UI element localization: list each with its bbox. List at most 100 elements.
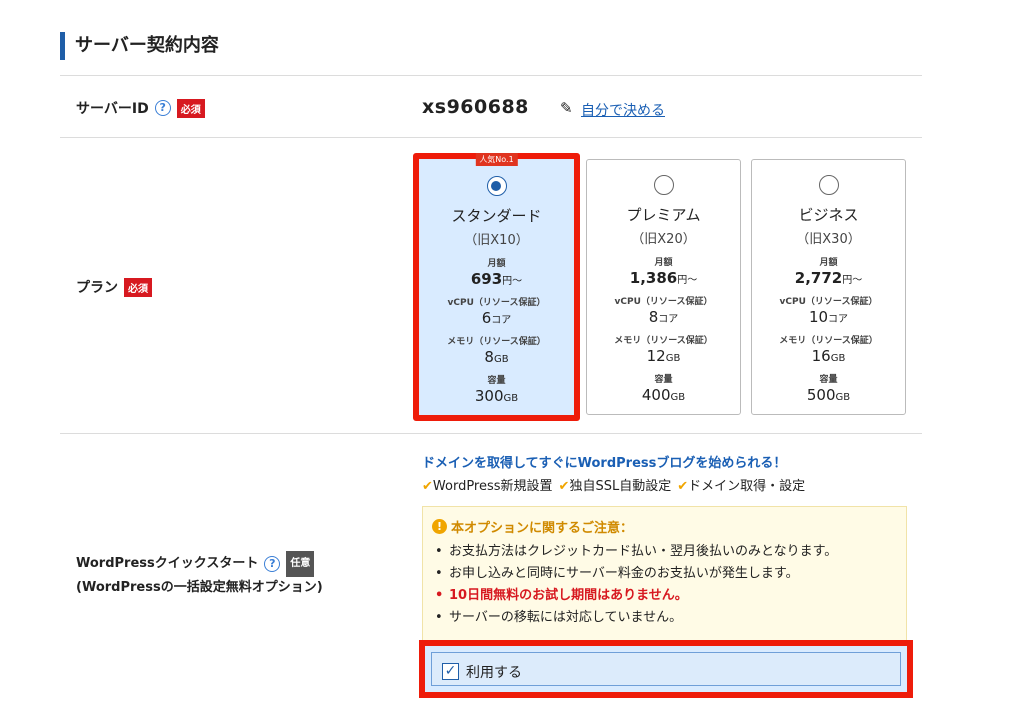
warning-icon: ! xyxy=(432,519,447,534)
use-option-highlight: ✓ 利用する xyxy=(419,640,913,698)
plan-name: プレミアム xyxy=(626,206,701,224)
feature-label: WordPress新規設置 xyxy=(432,479,553,494)
vcpu-label: vCPU（リソース保証） xyxy=(614,297,713,307)
plan-radio-business[interactable] xyxy=(818,175,839,195)
required-badge: 必須 xyxy=(124,277,152,297)
section-title: サーバー契約内容 xyxy=(60,32,219,60)
price-label: 月額 xyxy=(487,259,506,269)
divider xyxy=(60,137,922,138)
memory-label: メモリ（リソース保証） xyxy=(447,337,546,347)
self-decide-link[interactable]: 自分で決める xyxy=(581,100,665,120)
plan-label: プラン xyxy=(76,280,118,296)
plan-price: 2,772円〜 xyxy=(752,269,905,287)
plan-old-name: （旧X20） xyxy=(631,232,696,247)
use-label[interactable]: 利用する xyxy=(466,662,522,682)
plan-storage: 400GB xyxy=(587,386,740,404)
plan-memory: 12GB xyxy=(587,347,740,365)
price-unit: 円〜 xyxy=(677,275,698,286)
plan-storage: 300GB xyxy=(419,387,574,405)
vcpu-unit: コア xyxy=(491,315,512,326)
plan-price: 693円〜 xyxy=(419,270,574,288)
list-item: 10日間無料のお試し期間はありません。 xyxy=(433,585,837,607)
feature-item: ✔独自SSL自動設定 xyxy=(559,475,672,494)
plan-price: 1,386円〜 xyxy=(587,269,740,287)
memory-unit: GB xyxy=(665,353,681,364)
vcpu-value: 10 xyxy=(808,308,829,326)
memory-label: メモリ（リソース保証） xyxy=(779,336,878,346)
vcpu-unit: コア xyxy=(828,314,849,325)
pencil-icon: ✎ xyxy=(560,99,573,117)
memory-value: 12 xyxy=(646,347,666,365)
list-item: お申し込みと同時にサーバー料金のお支払いが発生します。 xyxy=(433,563,837,585)
required-badge: 必須 xyxy=(176,98,205,118)
plan-memory: 16GB xyxy=(752,347,905,365)
server-id-value: xs960688 xyxy=(422,96,529,118)
storage-label: 容量 xyxy=(487,376,506,386)
notice-title-text: 本オプションに関するご注意： xyxy=(451,521,634,536)
help-icon[interactable]: ? xyxy=(264,556,281,572)
price-value: 693 xyxy=(470,270,503,288)
divider xyxy=(60,75,922,76)
wp-label-group: WordPressクイックスタート ? 任意 (WordPressの一括設定無料… xyxy=(76,551,323,599)
plan-radio-standard[interactable] xyxy=(486,176,507,196)
storage-value: 400 xyxy=(641,386,671,404)
feature-item: ✔WordPress新規設置 xyxy=(422,475,553,494)
storage-value: 500 xyxy=(806,386,836,404)
popular-badge: 人気No.1 xyxy=(475,153,518,166)
feature-label: 独自SSL自動設定 xyxy=(569,479,672,494)
plan-vcpu: 8コア xyxy=(587,308,740,326)
vcpu-label: vCPU（リソース保証） xyxy=(447,298,546,308)
feature-item: ✔ドメイン取得・設定 xyxy=(677,475,805,494)
storage-value: 300 xyxy=(474,387,504,405)
plan-radio-premium[interactable] xyxy=(653,175,674,195)
wp-sublabel: (WordPressの一括設定無料オプション) xyxy=(76,580,323,595)
plan-name: ビジネス xyxy=(798,206,859,224)
plan-card-premium[interactable]: プレミアム （旧X20） 月額 1,386円〜 vCPU（リソース保証） 8コア… xyxy=(586,159,741,415)
vcpu-label: vCPU（リソース保証） xyxy=(779,297,878,307)
storage-unit: GB xyxy=(835,392,851,403)
price-unit: 円〜 xyxy=(502,276,523,287)
wp-label: WordPressクイックスタート xyxy=(76,556,259,571)
plan-card-standard[interactable]: 人気No.1 スタンダード （旧X10） 月額 693円〜 vCPU（リソース保… xyxy=(413,153,580,421)
plan-storage: 500GB xyxy=(752,386,905,404)
plan-name: スタンダード xyxy=(451,207,542,225)
memory-value: 8 xyxy=(484,348,494,366)
vcpu-value: 8 xyxy=(648,308,659,326)
check-icon: ✔ xyxy=(677,479,689,494)
plan-vcpu: 6コア xyxy=(419,309,574,327)
use-option-row[interactable]: ✓ 利用する xyxy=(431,652,901,686)
plan-label-group: プラン 必須 xyxy=(76,277,152,297)
wp-headline: ドメインを取得してすぐにWordPressブログを始められる！ xyxy=(422,456,787,471)
price-label: 月額 xyxy=(654,258,673,268)
plan-card-business[interactable]: ビジネス （旧X30） 月額 2,772円〜 vCPU（リソース保証） 10コア… xyxy=(751,159,906,415)
divider xyxy=(60,433,922,434)
server-id-label-group: サーバーID ? 必須 xyxy=(76,98,205,118)
storage-label: 容量 xyxy=(654,375,673,385)
plan-old-name: （旧X10） xyxy=(464,233,529,248)
plan-vcpu: 10コア xyxy=(752,308,905,326)
storage-unit: GB xyxy=(670,392,686,403)
storage-label: 容量 xyxy=(819,375,838,385)
check-icon: ✔ xyxy=(422,479,433,494)
check-icon: ✔ xyxy=(558,479,570,494)
vcpu-value: 6 xyxy=(481,309,492,327)
use-checkbox[interactable]: ✓ xyxy=(442,663,459,680)
list-item: お支払方法はクレジットカード払い・翌月後払いのみとなります。 xyxy=(433,541,837,563)
plan-old-name: （旧X30） xyxy=(796,232,861,247)
server-id-label: サーバーID xyxy=(76,101,149,117)
wp-features: ✔WordPress新規設置 ✔独自SSL自動設定 ✔ドメイン取得・設定 xyxy=(422,475,805,494)
memory-label: メモリ（リソース保証） xyxy=(614,336,713,346)
list-item: サーバーの移転には対応していません。 xyxy=(433,607,837,629)
price-unit: 円〜 xyxy=(842,275,863,286)
feature-label: ドメイン取得・設定 xyxy=(688,479,806,494)
notice-list: お支払方法はクレジットカード払い・翌月後払いのみとなります。 お申し込みと同時に… xyxy=(433,541,837,629)
price-value: 2,772 xyxy=(794,269,843,287)
price-value: 1,386 xyxy=(629,269,678,287)
memory-value: 16 xyxy=(811,347,831,365)
memory-unit: GB xyxy=(493,354,509,365)
optional-badge: 任意 xyxy=(286,551,315,577)
help-icon[interactable]: ? xyxy=(154,100,171,116)
vcpu-unit: コア xyxy=(658,314,679,325)
memory-unit: GB xyxy=(830,353,846,364)
plan-memory: 8GB xyxy=(419,348,574,366)
